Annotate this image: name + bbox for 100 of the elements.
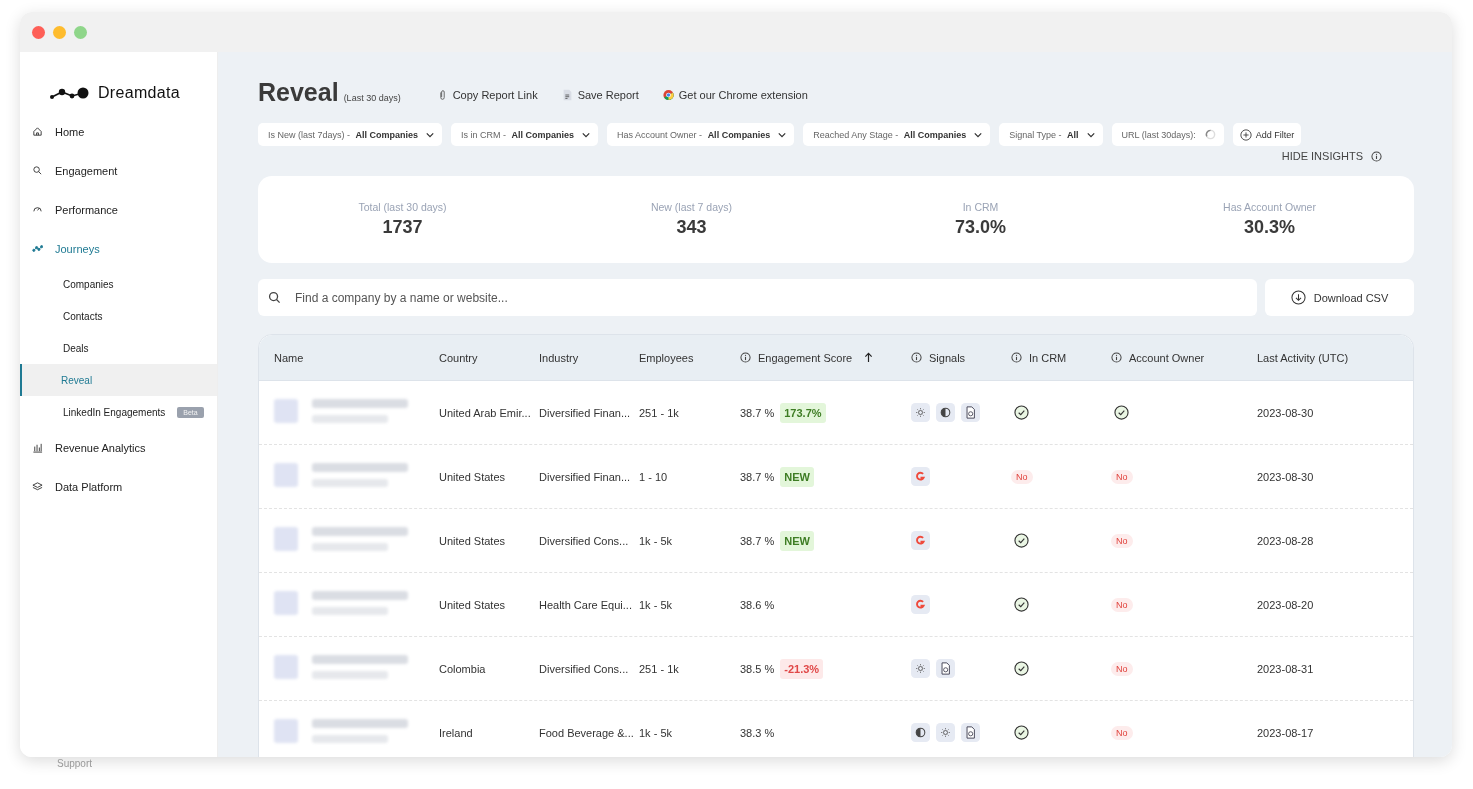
no-badge: No bbox=[1011, 469, 1033, 484]
bar-chart-icon bbox=[32, 442, 43, 453]
layers-icon bbox=[32, 481, 43, 492]
column-header[interactable]: Employees bbox=[639, 351, 740, 364]
stat-value: 73.0% bbox=[954, 217, 1006, 238]
search-field[interactable]: Find a company by a name or website... bbox=[258, 279, 1257, 316]
nav-subitem[interactable]: Reveal bbox=[20, 364, 217, 396]
info-icon[interactable] bbox=[1111, 352, 1122, 363]
info-icon[interactable] bbox=[911, 352, 922, 363]
chrome-icon bbox=[662, 89, 674, 101]
page-title: Reveal bbox=[258, 78, 339, 107]
no-badge: No bbox=[1111, 597, 1133, 612]
filter-dropdown[interactable]: Signal Type - All bbox=[999, 123, 1103, 146]
nav-subitem[interactable]: Contacts bbox=[20, 300, 217, 332]
table-cell-text: United States bbox=[439, 598, 507, 611]
column-header[interactable]: In CRM bbox=[1011, 351, 1111, 364]
table-cell-text: Ireland bbox=[439, 726, 474, 739]
nav-item[interactable]: Data Platform bbox=[20, 467, 217, 506]
table-cell-text: Colombia bbox=[439, 662, 487, 675]
nav-item[interactable]: Revenue Analytics bbox=[20, 428, 217, 467]
download-csv-button[interactable]: Download CSV bbox=[1265, 279, 1414, 316]
close-button[interactable] bbox=[32, 25, 45, 39]
chevron-down-icon bbox=[778, 131, 787, 138]
column-header[interactable]: Account Owner bbox=[1111, 351, 1257, 364]
table-cell-text: 251 - 1k bbox=[639, 662, 680, 675]
score-text: 38.7 % bbox=[740, 534, 775, 547]
score-text: 38.5 % bbox=[740, 662, 775, 675]
filter-dropdown[interactable]: Is New (last 7days) - All Companies bbox=[258, 123, 443, 146]
sort-arrow-icon[interactable] bbox=[864, 352, 874, 363]
document-icon bbox=[561, 89, 573, 101]
filter-dropdown[interactable]: Is in CRM - All Companies bbox=[451, 123, 599, 146]
stat-value: 343 bbox=[676, 217, 707, 238]
score-text: 38.6 % bbox=[740, 598, 775, 611]
table-cell-text: Food Beverage &... bbox=[539, 726, 635, 739]
table-cell-text: 1k - 5k bbox=[639, 598, 673, 611]
filter-dropdown[interactable]: Has Account Owner - All Companies bbox=[607, 123, 795, 146]
table-cell-text: 1 - 10 bbox=[639, 470, 669, 483]
nav-subitem[interactable]: Companies bbox=[20, 268, 217, 300]
page-subtitle: (Last 30 days) bbox=[343, 93, 401, 103]
stat-label: Has Account Owner bbox=[1223, 201, 1316, 213]
info-icon[interactable] bbox=[1371, 150, 1382, 162]
logo-text: Dreamdata bbox=[98, 84, 180, 102]
stat-value: 30.3% bbox=[1243, 217, 1295, 238]
nav-subitem[interactable]: Deals bbox=[20, 332, 217, 364]
search-icon bbox=[32, 165, 43, 176]
column-header[interactable]: Industry bbox=[539, 351, 639, 364]
stat-label: New (last 7 days) bbox=[650, 201, 733, 213]
copy-link-button[interactable]: Copy Report Link bbox=[436, 89, 538, 101]
download-icon bbox=[1290, 290, 1306, 305]
column-header[interactable]: Name bbox=[259, 351, 439, 364]
table-cell-text: 2023-08-30 bbox=[1257, 470, 1315, 483]
change-badge: NEW bbox=[780, 466, 814, 487]
home-icon bbox=[32, 126, 43, 137]
chevron-down-icon bbox=[1086, 131, 1095, 138]
table-cell-text: 2023-08-31 bbox=[1257, 662, 1315, 675]
nav-item[interactable]: Performance bbox=[20, 190, 217, 229]
hide-insights-button[interactable]: HIDE INSIGHTS bbox=[1275, 149, 1388, 163]
table-cell-text: 251 - 1k bbox=[639, 406, 680, 419]
stat-value: 1737 bbox=[382, 217, 423, 238]
table-cell-text: 2023-08-20 bbox=[1257, 598, 1315, 611]
search-icon bbox=[268, 291, 281, 304]
no-badge: No bbox=[1111, 469, 1133, 484]
extension-link[interactable]: Get our Chrome extension bbox=[662, 89, 808, 101]
no-badge: No bbox=[1111, 533, 1133, 548]
save-report-button[interactable]: Save Report bbox=[561, 89, 639, 101]
table-cell-text: Health Care Equi... bbox=[539, 598, 633, 611]
add-filter-button[interactable]: Add Filter bbox=[1232, 123, 1302, 146]
table-cell-text: 2023-08-30 bbox=[1257, 406, 1315, 419]
table-cell-text: Diversified Cons... bbox=[539, 662, 630, 675]
change-badge: NEW bbox=[780, 530, 814, 551]
score-text: 38.7 % bbox=[740, 470, 775, 483]
nav-item[interactable]: Home bbox=[20, 112, 217, 151]
column-header[interactable]: Country bbox=[439, 351, 539, 364]
loading-spinner-icon bbox=[1204, 129, 1216, 140]
nav-item[interactable]: Engagement bbox=[20, 151, 217, 190]
chevron-down-icon bbox=[426, 131, 435, 138]
table-cell-text: 1k - 5k bbox=[639, 726, 673, 739]
table-cell-text: United States bbox=[439, 470, 507, 483]
stat-label: Total (last 30 days) bbox=[358, 201, 447, 213]
column-header[interactable]: Engagement Score bbox=[740, 351, 911, 364]
table-cell-text: Diversified Finan... bbox=[539, 406, 632, 419]
info-icon[interactable] bbox=[740, 352, 751, 363]
plus-icon bbox=[1239, 128, 1252, 141]
score-text: 38.7 % bbox=[740, 406, 775, 419]
filter-dropdown[interactable]: URL (last 30days): bbox=[1111, 123, 1224, 146]
table-cell-text: United States bbox=[439, 534, 507, 547]
filter-dropdown[interactable]: Reached Any Stage - All Companies bbox=[803, 123, 991, 146]
no-badge: No bbox=[1111, 725, 1133, 740]
chevron-down-icon bbox=[582, 131, 591, 138]
stat-label: In CRM bbox=[962, 201, 999, 213]
table-cell-text: 2023-08-28 bbox=[1257, 534, 1315, 547]
change-badge: 173.7% bbox=[780, 402, 826, 423]
nav-item[interactable]: Journeys bbox=[20, 229, 217, 268]
table-cell-text: 1k - 5k bbox=[639, 534, 673, 547]
column-header[interactable]: Signals bbox=[911, 351, 1011, 364]
column-header[interactable]: Last Activity (UTC) bbox=[1257, 351, 1407, 364]
chevron-down-icon bbox=[974, 131, 983, 138]
table-cell-text: Diversified Cons... bbox=[539, 534, 630, 547]
change-badge: -21.3% bbox=[780, 658, 824, 679]
info-icon[interactable] bbox=[1011, 352, 1022, 363]
